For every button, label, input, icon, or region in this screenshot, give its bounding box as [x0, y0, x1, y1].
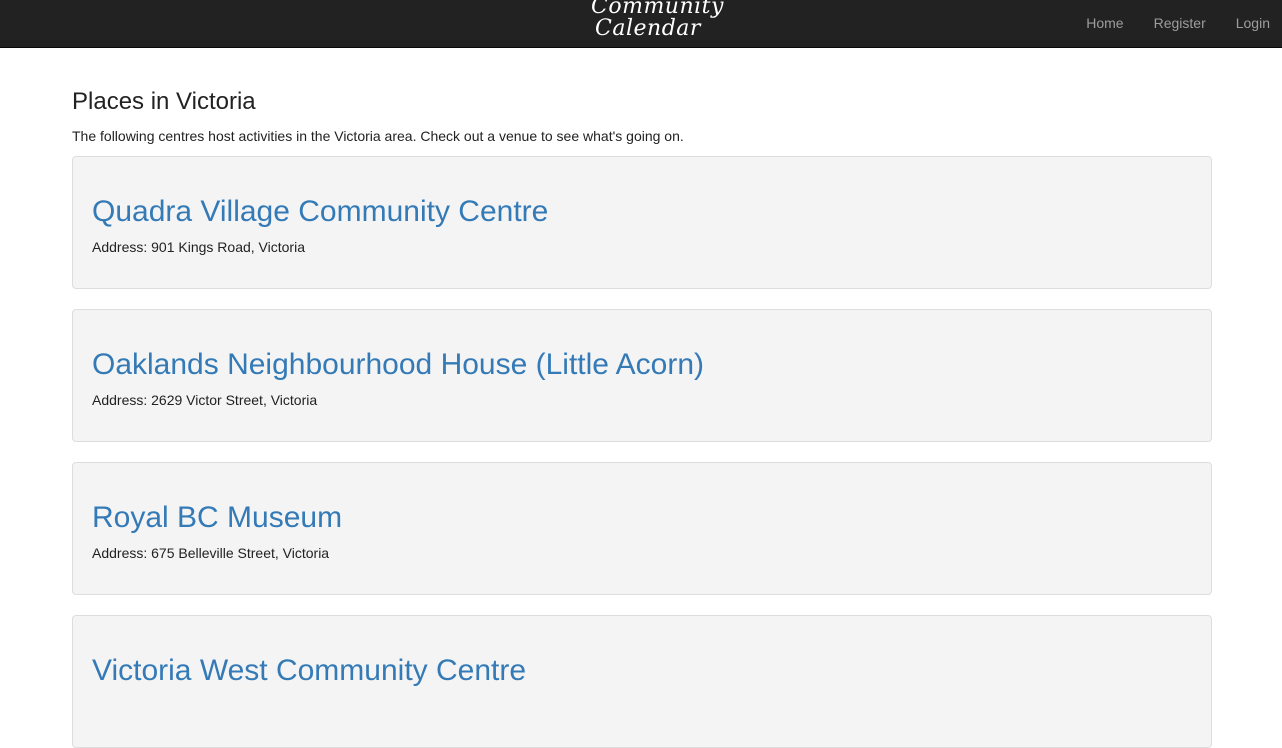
- venue-address: Address: 2629 Victor Street, Victoria: [92, 392, 318, 408]
- venue-card: Oaklands Neighbourhood House (Little Aco…: [72, 309, 1212, 442]
- venue-address: Address: 901 Kings Road, Victoria: [92, 239, 305, 255]
- venue-name-link[interactable]: Royal BC Museum: [92, 499, 342, 537]
- brand-line-2: Calendar: [595, 16, 701, 41]
- brand-logo[interactable]: Community Calendar: [591, 0, 723, 41]
- venue-card: Royal BC Museum Address: 675 Belleville …: [72, 462, 1212, 595]
- venue-name-link[interactable]: Oaklands Neighbourhood House (Little Aco…: [92, 346, 704, 384]
- venue-address: Address: 675 Belleville Street, Victoria: [92, 545, 330, 561]
- nav-home-link[interactable]: Home: [1071, 0, 1138, 47]
- venue-name-link[interactable]: Quadra Village Community Centre: [92, 193, 548, 231]
- page-title: Places in Victoria: [72, 88, 256, 115]
- venue-card: Quadra Village Community Centre Address:…: [72, 156, 1212, 289]
- venue-card: Victoria West Community Centre: [72, 615, 1212, 748]
- venue-name-link[interactable]: Victoria West Community Centre: [92, 652, 526, 690]
- main-container: Places in Victoria The following centres…: [72, 48, 1212, 748]
- venue-list: Quadra Village Community Centre Address:…: [72, 156, 1212, 748]
- nav-links: Home Register Login: [1071, 0, 1282, 47]
- nav-register-link[interactable]: Register: [1139, 0, 1221, 47]
- page-intro: The following centres host activities in…: [72, 128, 684, 144]
- nav-login-link[interactable]: Login: [1221, 0, 1282, 47]
- top-navbar: Community Calendar Home Register Login: [0, 0, 1282, 48]
